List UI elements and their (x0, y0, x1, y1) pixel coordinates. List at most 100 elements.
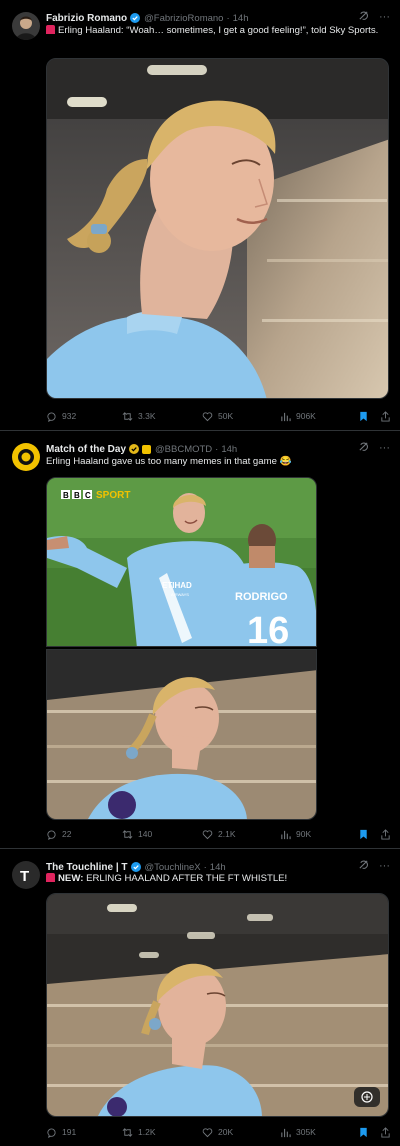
views-icon (281, 830, 291, 839)
tweet-image[interactable] (46, 58, 389, 399)
tweet-actions: 191 1.2K 20K 305K (46, 1125, 390, 1139)
affiliate-badge-icon (142, 444, 152, 454)
bbc-sport-label: SPORT (96, 490, 130, 501)
jersey-name: RODRIGO (235, 591, 288, 603)
view-count: 90K (296, 829, 312, 839)
haaland-photo (47, 59, 388, 398)
tweet-actions: 932 3.3K 50K 906K (46, 409, 390, 423)
siren-emoji-icon (46, 25, 55, 34)
header-actions: ··· (358, 859, 390, 873)
tweet-fabrizio[interactable]: Fabrizio Romano @FabrizioRomano · 14h ··… (0, 0, 400, 431)
timestamp[interactable]: 14h (210, 862, 226, 873)
jersey-sponsor: ETIHAD (162, 581, 192, 590)
reply-count: 932 (62, 411, 77, 421)
retweet-count: 1.2K (138, 1127, 156, 1137)
like-button[interactable]: 50K (202, 411, 233, 422)
views-button[interactable]: 90K (280, 829, 311, 840)
share-button[interactable] (380, 828, 391, 840)
bookmark-icon (360, 1127, 367, 1137)
timeline-feed: Fabrizio Romano @FabrizioRomano · 14h ··… (0, 0, 400, 1146)
separator-dot: · (215, 443, 219, 455)
author-handle[interactable]: @BBCMOTD (155, 444, 212, 455)
views-icon (281, 1128, 291, 1137)
grok-icon[interactable] (358, 859, 369, 873)
heart-icon (202, 411, 213, 421)
reply-icon (47, 830, 56, 840)
tweet-text-body: Erling Haaland: “Woah… sometimes, I get … (58, 25, 379, 36)
tweet-video[interactable] (46, 893, 389, 1117)
verified-icon (130, 13, 141, 23)
reply-button[interactable]: 22 (46, 829, 71, 840)
share-button[interactable] (380, 410, 391, 422)
jersey-number: 16 (247, 610, 289, 647)
timestamp[interactable]: 14h (233, 13, 249, 24)
siren-emoji-icon (46, 873, 55, 882)
view-count: 305K (296, 1127, 316, 1137)
retweet-count: 3.3K (138, 411, 156, 421)
grok-icon[interactable] (358, 10, 369, 24)
avatar[interactable]: T (12, 861, 40, 889)
views-icon (281, 412, 291, 421)
tweet-motd[interactable]: Match of the Day @BBCMOTD · 14h ··· Erli… (0, 431, 400, 849)
tweet-image-bottom[interactable] (46, 649, 317, 820)
bookmark-button[interactable] (358, 829, 369, 840)
tweet-text: Erling Haaland: “Woah… sometimes, I get … (46, 25, 386, 38)
svg-text:B: B (74, 491, 80, 500)
tweet-text: Erling Haaland gave us too many memes in… (46, 456, 292, 467)
reply-icon (47, 412, 56, 422)
celebration-photo: ETIHAD AIRWAYS RODRIGO 16 B B C SPORT (47, 478, 316, 647)
tweet-header: Match of the Day @BBCMOTD · 14h (46, 441, 388, 457)
reply-count: 22 (62, 829, 72, 839)
retweet-button[interactable]: 3.3K (122, 411, 156, 422)
timestamp[interactable]: 14h (221, 444, 237, 455)
reply-button[interactable]: 932 (46, 411, 76, 422)
haaland-stadium-photo (47, 650, 316, 819)
reply-count: 191 (62, 1127, 77, 1137)
author-handle[interactable]: @FabrizioRomano (144, 13, 223, 24)
retweet-button[interactable]: 140 (122, 829, 152, 840)
reply-icon (47, 1128, 56, 1138)
author-name[interactable]: Fabrizio Romano (46, 13, 127, 24)
share-icon (381, 828, 390, 840)
header-actions: ··· (358, 10, 390, 24)
bookmark-button[interactable] (358, 411, 369, 422)
tweet-image-top[interactable]: ETIHAD AIRWAYS RODRIGO 16 B B C SPORT (46, 477, 317, 647)
svg-text:C: C (85, 491, 91, 500)
more-options-icon[interactable]: ··· (379, 860, 390, 872)
verified-icon (130, 862, 141, 872)
avatar[interactable] (12, 12, 40, 40)
tweet-text-bold: NEW: (58, 873, 84, 884)
more-options-icon[interactable]: ··· (379, 11, 390, 23)
tweet-text-body: ERLING HAALAND AFTER THE FT WHISTLE! (86, 873, 288, 884)
like-count: 2.1K (218, 829, 236, 839)
avatar[interactable] (12, 443, 40, 471)
share-icon (381, 1126, 390, 1138)
tweet-header: Fabrizio Romano @FabrizioRomano · 14h (46, 10, 388, 26)
author-name[interactable]: Match of the Day (46, 444, 126, 455)
more-options-icon[interactable]: ··· (379, 442, 390, 454)
like-button[interactable]: 2.1K (202, 829, 236, 840)
tweet-touchline[interactable]: T The Touchline | T @TouchlineX · 14h ··… (0, 849, 400, 1146)
share-button[interactable] (380, 1126, 391, 1138)
author-handle[interactable]: @TouchlineX (145, 862, 201, 873)
verified-gold-icon (129, 444, 140, 454)
views-button[interactable]: 305K (280, 1127, 316, 1138)
share-icon (381, 410, 390, 422)
bookmark-button[interactable] (358, 1127, 369, 1138)
retweet-icon (122, 411, 133, 421)
header-actions: ··· (358, 441, 390, 455)
retweet-count: 140 (138, 829, 153, 839)
heart-icon (202, 1127, 213, 1137)
retweet-icon (122, 1127, 133, 1137)
bookmark-icon (360, 411, 367, 421)
haaland-video-frame (47, 894, 388, 1116)
retweet-button[interactable]: 1.2K (122, 1127, 156, 1138)
jersey-sponsor-sub: AIRWAYS (171, 592, 189, 597)
grok-icon[interactable] (358, 441, 369, 455)
retweet-icon (122, 829, 133, 839)
heart-icon (202, 829, 213, 839)
reply-button[interactable]: 191 (46, 1127, 76, 1138)
like-button[interactable]: 20K (202, 1127, 233, 1138)
views-button[interactable]: 906K (280, 411, 316, 422)
author-name[interactable]: The Touchline | T (46, 862, 128, 873)
